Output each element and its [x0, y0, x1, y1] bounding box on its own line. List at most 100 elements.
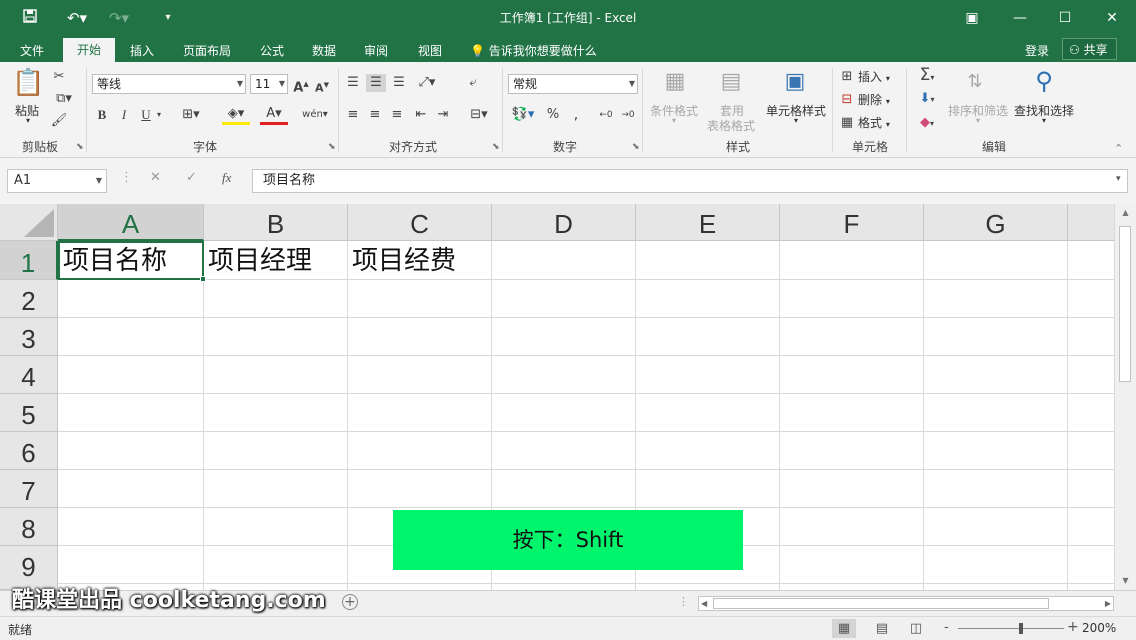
scroll-up-icon[interactable]: ▲: [1115, 208, 1136, 217]
minimize-button[interactable]: —: [998, 4, 1042, 32]
save-icon[interactable]: [20, 8, 40, 28]
format-cells-button[interactable]: 格式 ▾: [858, 114, 902, 134]
select-all-button[interactable]: [0, 204, 58, 241]
autosum-icon[interactable]: Σ▾: [912, 66, 942, 87]
alignment-launcher-icon[interactable]: ⬊: [492, 142, 500, 152]
tell-me-box[interactable]: 💡 告诉我你想要做什么: [470, 40, 597, 62]
shrink-font-icon[interactable]: A▼: [314, 76, 330, 98]
row-header-6[interactable]: 6: [0, 432, 58, 470]
percent-button[interactable]: %: [544, 106, 562, 124]
number-format-combo[interactable]: 常规 ▼: [508, 74, 638, 94]
horizontal-scroll-thumb[interactable]: [713, 598, 1049, 609]
paste-icon[interactable]: 📋: [12, 68, 44, 100]
ribbon-display-icon[interactable]: ▣: [950, 4, 994, 32]
align-right-icon[interactable]: ≡: [388, 106, 406, 124]
column-header-h[interactable]: [1068, 204, 1114, 241]
normal-view-icon[interactable]: ▦: [832, 619, 856, 638]
scroll-left-icon[interactable]: ◀: [701, 597, 707, 610]
row-header-8[interactable]: 8: [0, 508, 58, 546]
tab-review[interactable]: 审阅: [354, 40, 398, 62]
clipboard-launcher-icon[interactable]: ⬊: [76, 142, 84, 152]
page-break-view-icon[interactable]: ◫: [904, 619, 928, 638]
column-header-b[interactable]: B: [204, 204, 348, 241]
align-bottom-icon[interactable]: ☰: [390, 74, 408, 92]
font-color-icon[interactable]: A▾: [260, 106, 288, 125]
increase-indent-icon[interactable]: ⇥: [434, 106, 452, 124]
merge-center-icon[interactable]: ⊟▾: [464, 106, 494, 124]
cell-b1[interactable]: 项目经理: [203, 242, 312, 280]
delete-cells-button[interactable]: 删除 ▾: [858, 91, 902, 111]
conditional-format-icon[interactable]: ▦: [660, 68, 690, 98]
conditional-format-dropdown-icon[interactable]: ▾: [668, 116, 680, 125]
format-painter-icon[interactable]: 🖌: [50, 112, 68, 130]
fill-icon[interactable]: ⬇▾: [912, 90, 942, 109]
align-top-icon[interactable]: ☰: [344, 74, 362, 92]
fill-handle[interactable]: [200, 276, 206, 282]
column-header-a[interactable]: A: [58, 204, 204, 241]
tab-file[interactable]: 文件: [8, 40, 56, 62]
comma-style-icon[interactable]: ,: [568, 106, 584, 124]
format-cells-icon[interactable]: ▦: [838, 114, 856, 132]
paste-dropdown-icon[interactable]: ▾: [22, 116, 34, 125]
maximize-button[interactable]: ☐: [1043, 4, 1087, 32]
column-header-d[interactable]: D: [492, 204, 636, 241]
grow-font-icon[interactable]: A▲: [293, 75, 309, 97]
bold-button[interactable]: B: [94, 106, 110, 124]
name-box[interactable]: A1 ▼: [7, 169, 107, 193]
zoom-slider[interactable]: [958, 628, 1064, 629]
decrease-decimal-icon[interactable]: →0: [618, 106, 638, 124]
zoom-out-button[interactable]: -: [944, 620, 949, 635]
accounting-format-icon[interactable]: 💱▾: [508, 106, 538, 124]
clear-icon[interactable]: ◆▾: [912, 114, 942, 133]
expand-formula-bar-icon[interactable]: ▾: [1116, 174, 1121, 184]
scroll-down-icon[interactable]: ▼: [1115, 576, 1136, 585]
add-sheet-button[interactable]: +: [342, 594, 358, 610]
column-header-c[interactable]: C: [348, 204, 492, 241]
decrease-indent-icon[interactable]: ⇤: [412, 106, 430, 124]
cut-icon[interactable]: ✂: [50, 68, 68, 86]
orientation-icon[interactable]: ⤢▾: [414, 74, 440, 92]
underline-dropdown-icon[interactable]: ▾: [154, 106, 164, 124]
tab-page-layout[interactable]: 页面布局: [172, 40, 242, 62]
insert-function-button[interactable]: fx: [222, 170, 231, 186]
redo-icon[interactable]: ↷▾: [104, 8, 134, 28]
font-launcher-icon[interactable]: ⬊: [328, 142, 336, 152]
number-launcher-icon[interactable]: ⬊: [632, 142, 640, 152]
close-button[interactable]: ✕: [1090, 4, 1134, 32]
cell-styles-icon[interactable]: ▣: [780, 68, 810, 98]
wrap-text-icon[interactable]: ⤶: [462, 74, 484, 92]
sort-filter-icon[interactable]: ⇅: [960, 68, 990, 98]
login-link[interactable]: 登录: [1025, 40, 1049, 62]
underline-button[interactable]: U: [138, 106, 154, 124]
column-header-f[interactable]: F: [780, 204, 924, 241]
font-size-combo[interactable]: 11 ▼: [250, 74, 288, 94]
scroll-right-icon[interactable]: ▶: [1105, 597, 1111, 610]
find-select-dropdown-icon[interactable]: ▾: [1038, 116, 1050, 125]
table-format-button-line2[interactable]: 表格格式: [700, 117, 762, 134]
sort-filter-dropdown-icon[interactable]: ▾: [972, 116, 984, 125]
row-header-4[interactable]: 4: [0, 356, 58, 394]
page-layout-view-icon[interactable]: ▤: [870, 619, 894, 638]
italic-button[interactable]: I: [116, 106, 132, 124]
insert-cells-button[interactable]: 插入 ▾: [858, 68, 902, 88]
zoom-in-button[interactable]: +: [1067, 619, 1079, 635]
font-name-combo[interactable]: 等线 ▼: [92, 74, 246, 94]
border-icon[interactable]: ⊞▾: [178, 106, 204, 124]
vertical-scrollbar[interactable]: ▲ ▼: [1114, 204, 1136, 590]
row-header-2[interactable]: 2: [0, 280, 58, 318]
find-select-icon[interactable]: ⚲: [1028, 66, 1060, 98]
cancel-icon[interactable]: ✕: [150, 170, 161, 185]
share-button[interactable]: ⚇ 共享: [1062, 38, 1117, 60]
enter-icon[interactable]: ✓: [186, 170, 197, 185]
zoom-level[interactable]: 200%: [1082, 621, 1116, 635]
row-header-5[interactable]: 5: [0, 394, 58, 432]
insert-cells-icon[interactable]: ⊞: [838, 68, 856, 86]
align-left-icon[interactable]: ≡: [344, 106, 362, 124]
collapse-ribbon-icon[interactable]: ⌃: [1114, 142, 1123, 155]
undo-icon[interactable]: ↶▾: [62, 8, 92, 28]
phonetic-icon[interactable]: wén▾: [300, 106, 330, 124]
table-format-icon[interactable]: ▤: [716, 68, 746, 98]
align-middle-icon[interactable]: ☰: [366, 74, 386, 92]
vertical-scroll-thumb[interactable]: [1119, 226, 1131, 382]
tab-data[interactable]: 数据: [302, 40, 346, 62]
